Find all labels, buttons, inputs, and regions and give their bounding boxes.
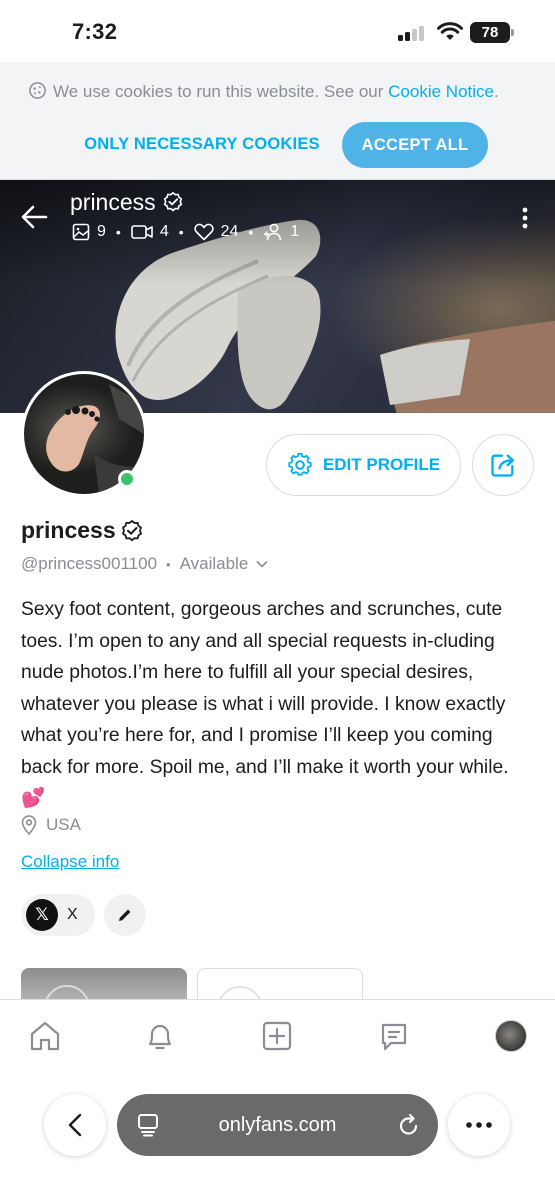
- stat-separator: •: [178, 224, 184, 240]
- gear-icon: [288, 452, 312, 476]
- back-arrow-icon[interactable]: [20, 204, 48, 230]
- location-text: USA: [46, 815, 81, 834]
- photos-icon: [72, 223, 90, 241]
- status-bar: 7:32 78: [0, 0, 555, 62]
- nav-avatar: [495, 1020, 527, 1052]
- subscribers-count: 1: [290, 223, 300, 240]
- edit-profile-label: EDIT PROFILE: [322, 455, 441, 474]
- only-necessary-cookies-button[interactable]: ONLY NECESSARY COOKIES: [70, 122, 334, 166]
- cover-name: princess: [70, 189, 156, 215]
- status-time: 7:32: [72, 19, 118, 44]
- location-row: USA: [21, 815, 81, 835]
- verified-icon: [121, 519, 142, 541]
- stat-separator: •: [115, 224, 121, 240]
- ellipsis-icon: [466, 1122, 492, 1128]
- videos-count: 4: [159, 223, 169, 240]
- cookie-banner: We use cookies to run this website. See …: [0, 62, 555, 180]
- social-x-label: X: [67, 906, 78, 923]
- wifi-icon: [437, 22, 463, 40]
- social-x-button[interactable]: 𝕏 X: [21, 894, 95, 936]
- cellular-signal-icon: [398, 25, 428, 41]
- chevron-down-icon: [256, 560, 268, 568]
- edit-profile-button[interactable]: EDIT PROFILE: [266, 434, 461, 496]
- plus-square-icon: [262, 1021, 292, 1051]
- profile-name: princess: [21, 517, 116, 543]
- profile-handle: @princess001100: [21, 554, 158, 573]
- stat-separator: •: [248, 224, 254, 240]
- heart-icon: [193, 223, 214, 241]
- profile-bio: Sexy foot content, gorgeous arches and s…: [21, 599, 509, 809]
- message-icon: [381, 1023, 407, 1051]
- reload-icon[interactable]: [398, 1113, 420, 1137]
- cover-name-row: princess: [70, 189, 184, 216]
- browser-back-button[interactable]: [44, 1094, 106, 1156]
- bottom-nav: [0, 999, 555, 1079]
- more-options-icon[interactable]: [520, 206, 530, 230]
- nav-notifications[interactable]: [142, 1018, 178, 1054]
- browser-more-button[interactable]: [448, 1094, 510, 1156]
- availability-label: Available: [179, 554, 249, 573]
- battery-indicator: 78: [470, 22, 514, 43]
- x-logo-icon: 𝕏: [26, 899, 58, 931]
- edit-social-button[interactable]: [104, 894, 146, 936]
- videos-icon: [131, 225, 153, 239]
- handle-separator: •: [166, 556, 171, 572]
- home-icon: [30, 1021, 60, 1051]
- online-status-indicator: [118, 470, 136, 488]
- verified-icon: [163, 191, 183, 212]
- accept-all-cookies-button[interactable]: ACCEPT ALL: [342, 122, 488, 168]
- pencil-icon: [119, 909, 131, 921]
- cookie-icon: [29, 82, 46, 99]
- cookie-text: We use cookies to run this website. See …: [53, 82, 384, 101]
- nav-profile[interactable]: [493, 1018, 529, 1054]
- nav-messages[interactable]: [376, 1018, 412, 1054]
- share-icon: [491, 454, 515, 477]
- nav-add-post[interactable]: [259, 1018, 295, 1054]
- chevron-left-icon: [68, 1113, 82, 1137]
- cookie-notice-link[interactable]: Cookie Notice: [388, 82, 494, 101]
- share-button[interactable]: [472, 434, 534, 496]
- cover-stats: 9 • 4 • 24 • 1: [72, 222, 299, 242]
- location-pin-icon: [21, 815, 37, 835]
- cookie-notice-text: We use cookies to run this website. See …: [28, 81, 499, 102]
- profile-name-row: princess: [21, 517, 144, 544]
- photos-count: 9: [97, 223, 106, 240]
- handle-row: @princess001100 • Available: [21, 554, 268, 574]
- subscribers-icon: [264, 223, 282, 241]
- collapse-info-link[interactable]: Collapse info: [21, 852, 119, 872]
- nav-home[interactable]: [27, 1018, 63, 1054]
- browser-toolbar: onlyfans.com: [0, 1079, 555, 1200]
- address-bar-url: onlyfans.com: [218, 1113, 337, 1136]
- bell-icon: [148, 1024, 172, 1050]
- address-bar[interactable]: onlyfans.com: [117, 1094, 438, 1156]
- page-menu-icon: [138, 1114, 158, 1137]
- likes-count: 24: [220, 223, 239, 240]
- cookie-text-suffix: .: [493, 82, 499, 101]
- availability-dropdown[interactable]: Available: [180, 554, 269, 574]
